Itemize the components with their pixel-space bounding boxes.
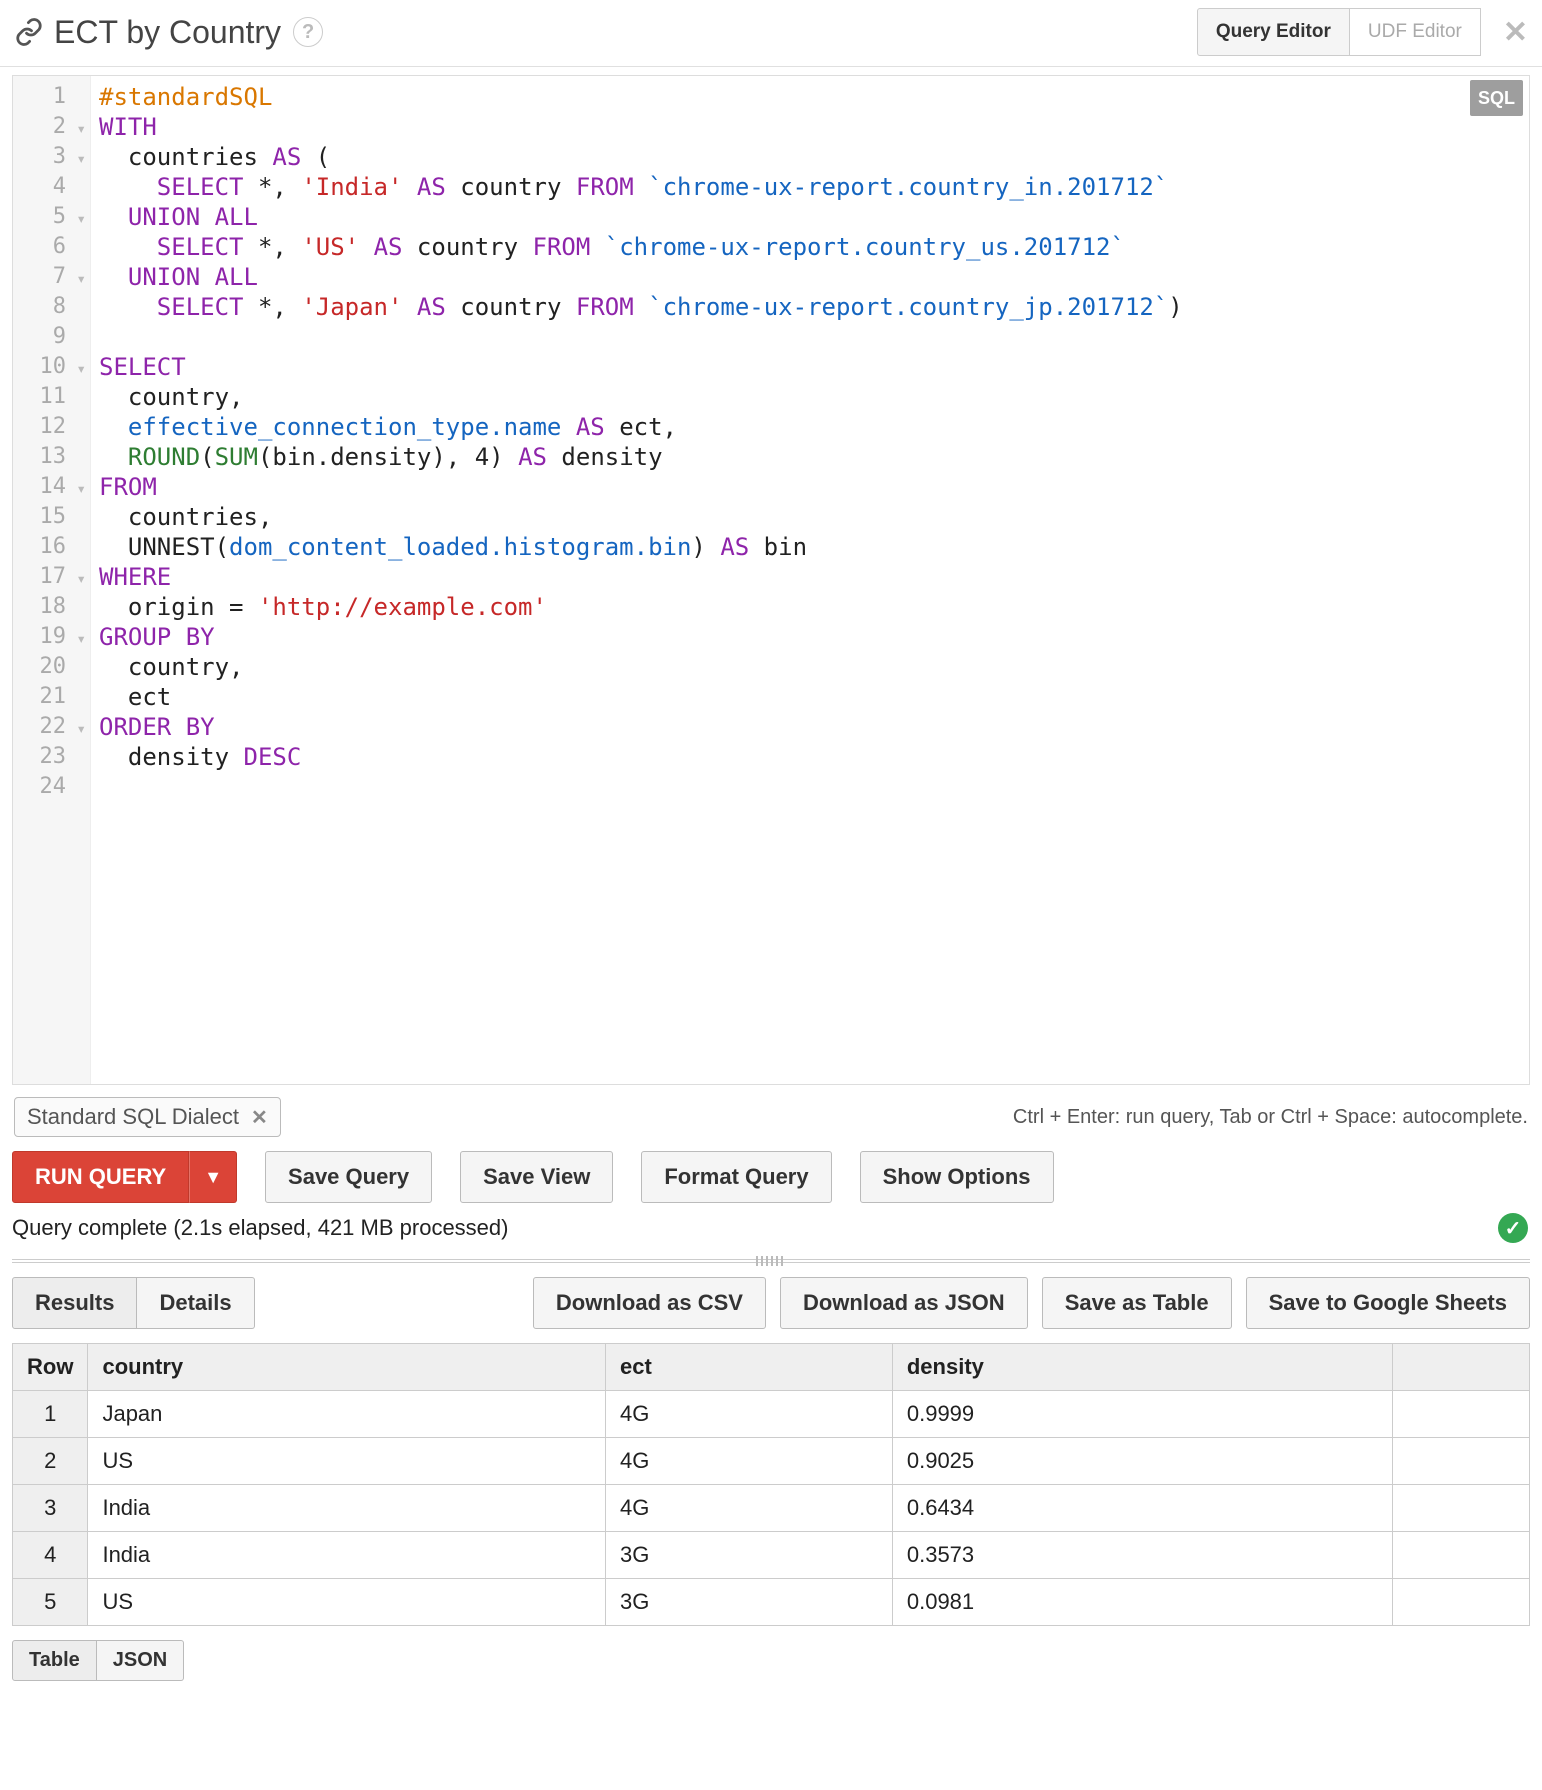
help-icon[interactable]: ? bbox=[293, 17, 323, 47]
save-as-table-button[interactable]: Save as Table bbox=[1042, 1277, 1232, 1329]
col-ect: ect bbox=[606, 1344, 893, 1391]
download-csv-button[interactable]: Download as CSV bbox=[533, 1277, 766, 1329]
table-row: 3India4G0.6434 bbox=[13, 1485, 1530, 1532]
line-gutter: 123456789101112131415161718192021222324 bbox=[13, 76, 91, 1084]
save-view-button[interactable]: Save View bbox=[460, 1151, 613, 1203]
download-json-button[interactable]: Download as JSON bbox=[780, 1277, 1028, 1329]
table-row: 1Japan4G0.9999 bbox=[13, 1391, 1530, 1438]
results-table: Rowcountryectdensity 1Japan4G0.99992US4G… bbox=[12, 1343, 1530, 1626]
col-row: Row bbox=[13, 1344, 88, 1391]
resize-handle[interactable] bbox=[12, 1259, 1530, 1263]
run-query-button[interactable]: RUN QUERY bbox=[12, 1151, 189, 1203]
dialect-label: Standard SQL Dialect bbox=[27, 1104, 239, 1130]
col-density: density bbox=[892, 1344, 1392, 1391]
header: ECT by Country ? Query Editor UDF Editor… bbox=[0, 0, 1542, 67]
dialect-remove-icon[interactable]: ✕ bbox=[251, 1105, 268, 1130]
code-content[interactable]: #standardSQLWITH countries AS ( SELECT *… bbox=[99, 82, 1523, 802]
tab-udf-editor[interactable]: UDF Editor bbox=[1349, 8, 1481, 56]
view-table-button[interactable]: Table bbox=[12, 1640, 97, 1681]
shortcut-hint: Ctrl + Enter: run query, Tab or Ctrl + S… bbox=[1013, 1106, 1528, 1129]
link-icon bbox=[14, 17, 44, 47]
run-query-dropdown[interactable]: ▼ bbox=[189, 1151, 237, 1203]
page-title: ECT by Country bbox=[54, 14, 281, 51]
tab-query-editor[interactable]: Query Editor bbox=[1197, 8, 1350, 56]
close-icon[interactable]: ✕ bbox=[1503, 15, 1528, 50]
dialect-chip[interactable]: Standard SQL Dialect ✕ bbox=[14, 1097, 281, 1137]
show-options-button[interactable]: Show Options bbox=[860, 1151, 1054, 1203]
save-to-sheets-button[interactable]: Save to Google Sheets bbox=[1246, 1277, 1530, 1329]
table-row: 4India3G0.3573 bbox=[13, 1532, 1530, 1579]
results-toolbar: Results Details Download as CSV Download… bbox=[0, 1277, 1542, 1329]
table-row: 2US4G0.9025 bbox=[13, 1438, 1530, 1485]
sql-editor[interactable]: SQL 123456789101112131415161718192021222… bbox=[12, 75, 1530, 1085]
save-query-button[interactable]: Save Query bbox=[265, 1151, 432, 1203]
view-json-button[interactable]: JSON bbox=[97, 1640, 184, 1681]
query-toolbar: RUN QUERY ▼ Save Query Save View Format … bbox=[0, 1137, 1542, 1207]
query-status: Query complete (2.1s elapsed, 421 MB pro… bbox=[12, 1215, 508, 1241]
success-icon: ✓ bbox=[1498, 1213, 1528, 1243]
tab-results[interactable]: Results bbox=[12, 1277, 137, 1329]
col-country: country bbox=[88, 1344, 606, 1391]
tab-details[interactable]: Details bbox=[137, 1277, 254, 1329]
format-query-button[interactable]: Format Query bbox=[641, 1151, 831, 1203]
table-row: 5US3G0.0981 bbox=[13, 1579, 1530, 1626]
view-toggle: Table JSON bbox=[12, 1640, 184, 1681]
